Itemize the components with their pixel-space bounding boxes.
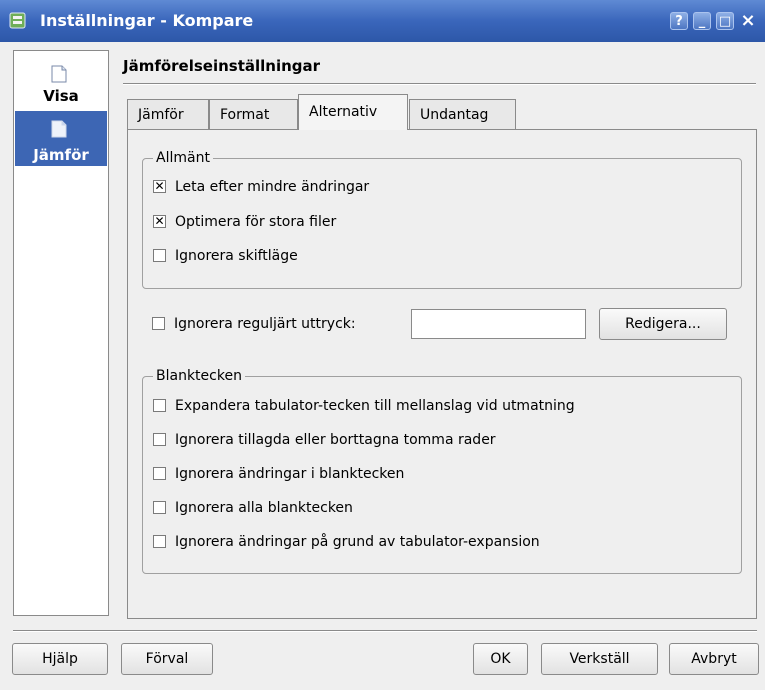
option-label: Leta efter mindre ändringar xyxy=(175,179,370,195)
sidebar-item-jamfor[interactable]: Jämför xyxy=(15,111,107,166)
checkbox[interactable] xyxy=(153,466,166,480)
group-title: Blanktecken xyxy=(153,367,245,385)
option-ignore-case[interactable]: Ignorera skiftläge xyxy=(153,246,298,266)
divider xyxy=(13,630,757,632)
option-large-files[interactable]: Optimera för stora filer xyxy=(153,212,336,232)
tab-jamfor[interactable]: Jämför xyxy=(127,99,209,129)
checkbox[interactable] xyxy=(152,316,165,330)
checkbox[interactable] xyxy=(153,500,166,514)
option-label: Ignorera skiftläge xyxy=(175,248,298,264)
general-group: Allmänt Leta efter mindre ändringar Opti… xyxy=(142,149,742,289)
window-title: Inställningar - Kompare xyxy=(40,11,254,30)
option-label: Ignorera reguljärt uttryck: xyxy=(174,316,356,332)
option-ignore-all-whitespace[interactable]: Ignorera alla blanktecken xyxy=(153,498,353,518)
defaults-button[interactable]: Förval xyxy=(121,643,213,675)
page-title: Jämförelseinställningar xyxy=(123,57,321,75)
tab-panel-alternativ: Allmänt Leta efter mindre ändringar Opti… xyxy=(127,129,757,619)
document-icon xyxy=(51,65,67,83)
sidebar: Visa Jämför xyxy=(13,50,109,616)
checkbox[interactable] xyxy=(153,534,166,548)
divider xyxy=(123,83,756,85)
regex-input[interactable] xyxy=(411,309,586,339)
checkbox[interactable] xyxy=(153,432,166,446)
option-label: Ignorera ändringar i blanktecken xyxy=(175,466,405,482)
option-label: Ignorera ändringar på grund av tabulator… xyxy=(175,534,540,550)
help-button[interactable]: Hjälp xyxy=(12,643,108,675)
sidebar-item-label: Visa xyxy=(43,87,79,105)
option-ignore-blank-lines[interactable]: Ignorera tillagda eller borttagna tomma … xyxy=(153,430,496,450)
checkbox[interactable] xyxy=(153,177,166,195)
apply-button[interactable]: Verkställ xyxy=(541,643,658,675)
maximize-icon[interactable]: □ xyxy=(716,12,734,30)
whitespace-group: Blanktecken Expandera tabulator-tecken t… xyxy=(142,367,742,574)
option-label: Ignorera tillagda eller borttagna tomma … xyxy=(175,432,496,448)
tab-format[interactable]: Format xyxy=(209,99,298,129)
group-title: Allmänt xyxy=(153,149,213,167)
option-minor-changes[interactable]: Leta efter mindre ändringar xyxy=(153,177,369,197)
sidebar-item-label: Jämför xyxy=(33,146,89,164)
option-label: Expandera tabulator-tecken till mellansl… xyxy=(175,398,575,414)
checkbox[interactable] xyxy=(153,398,166,412)
document-icon xyxy=(51,120,67,138)
option-ignore-whitespace-changes[interactable]: Ignorera ändringar i blanktecken xyxy=(153,464,404,484)
sidebar-item-visa[interactable]: Visa xyxy=(15,56,107,111)
help-icon[interactable]: ? xyxy=(670,12,688,30)
option-ignore-tab-expansion[interactable]: Ignorera ändringar på grund av tabulator… xyxy=(153,532,540,552)
kompare-app-icon xyxy=(9,12,26,29)
ok-button[interactable]: OK xyxy=(473,643,528,675)
option-ignore-regex[interactable]: Ignorera reguljärt uttryck: xyxy=(152,314,356,334)
settings-dialog: Inställningar - Kompare ? _ □ × Visa Jäm… xyxy=(0,0,765,690)
close-icon[interactable]: × xyxy=(739,12,757,30)
minimize-icon[interactable]: _ xyxy=(693,12,711,30)
title-bar[interactable]: Inställningar - Kompare ? _ □ × xyxy=(0,0,765,42)
tab-alternativ[interactable]: Alternativ xyxy=(298,94,408,130)
edit-button[interactable]: Redigera... xyxy=(599,308,727,340)
checkbox[interactable] xyxy=(153,212,166,230)
checkbox[interactable] xyxy=(153,248,166,262)
tab-undantag[interactable]: Undantag xyxy=(409,99,516,129)
cancel-button[interactable]: Avbryt xyxy=(669,643,759,675)
option-expand-tabs[interactable]: Expandera tabulator-tecken till mellansl… xyxy=(153,396,575,416)
option-label: Ignorera alla blanktecken xyxy=(175,500,353,516)
option-label: Optimera för stora filer xyxy=(175,214,337,230)
